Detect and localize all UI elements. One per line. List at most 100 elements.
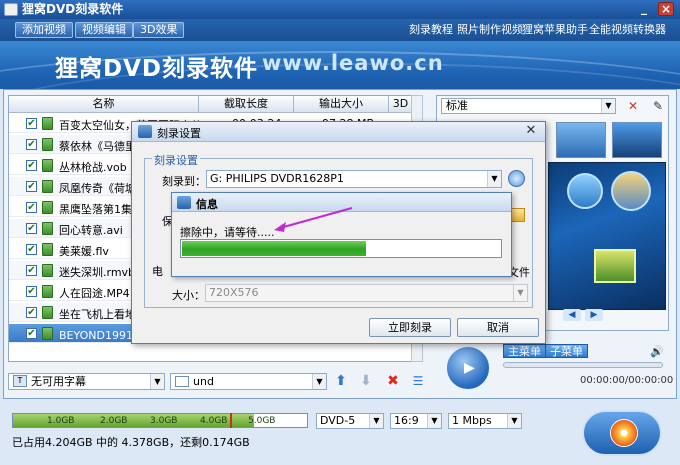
close-icon[interactable]: ✕ xyxy=(523,124,539,138)
clear-list-icon[interactable]: ☰ xyxy=(410,373,426,389)
row-checkbox[interactable]: ✔ xyxy=(26,223,37,234)
video-file-icon xyxy=(42,327,53,340)
add-video-button[interactable]: 添加视频 xyxy=(15,22,73,38)
preview-thumbnail xyxy=(567,173,603,209)
subtitle-select-value: 无可用字幕 xyxy=(31,375,86,388)
row-checkbox[interactable]: ✔ xyxy=(26,265,37,276)
template-thumb[interactable] xyxy=(612,122,662,158)
tab-main-menu[interactable]: 主菜单 xyxy=(503,344,546,358)
edit-template-icon[interactable]: ✎ xyxy=(650,98,666,114)
window-title: 狸窝DVD刻录软件 xyxy=(22,2,124,16)
play-icon: ▶ xyxy=(464,360,475,376)
burn-to-label: 刻录到： xyxy=(162,175,206,188)
column-header-duration[interactable]: 截取长度 xyxy=(199,96,294,113)
file-name: 美莱媛.flv xyxy=(59,245,109,258)
pointer-arrow-icon xyxy=(274,207,353,232)
burn-to-select[interactable]: G: PHILIPS DVDR1628P1 ▼ xyxy=(206,170,502,188)
title-bar: 狸窝DVD刻录软件 _ × xyxy=(0,0,680,19)
size-select[interactable]: 720X576 ▼ xyxy=(205,284,528,302)
row-checkbox[interactable]: ✔ xyxy=(26,328,37,339)
chevron-down-icon: ▼ xyxy=(369,414,383,428)
aspect-ratio-select[interactable]: 16:9 ▼ xyxy=(390,413,442,429)
subtitle-select[interactable]: T 无可用字幕 ▼ xyxy=(8,373,165,390)
minimize-button[interactable]: _ xyxy=(636,2,652,16)
photo-video-link[interactable]: 照片制作视频 xyxy=(457,23,523,37)
tv-label: 电 xyxy=(152,265,163,278)
preview-prev-icon[interactable]: ◀ xyxy=(563,309,581,321)
remove-template-icon[interactable]: ✕ xyxy=(625,98,641,114)
chevron-down-icon: ▼ xyxy=(601,99,615,113)
dialog-icon xyxy=(138,125,152,138)
audio-track-select[interactable]: und ▼ xyxy=(170,373,327,390)
template-thumb[interactable] xyxy=(556,122,606,158)
file-name: 丛林枪战.vob xyxy=(59,161,127,174)
row-checkbox[interactable]: ✔ xyxy=(26,139,37,150)
move-up-icon[interactable]: ⬆ xyxy=(333,373,349,389)
group-label: 刻录设置 xyxy=(152,152,200,168)
player-control[interactable]: ▶ xyxy=(445,345,491,391)
row-checkbox[interactable]: ✔ xyxy=(26,118,37,129)
column-header-size[interactable]: 输出大小 xyxy=(294,96,389,113)
column-header-name[interactable]: 名称 xyxy=(9,96,199,113)
burn-tutorial-link[interactable]: 刻录教程 xyxy=(409,23,453,37)
capacity-tick: 5.0GB xyxy=(248,416,276,426)
bottom-strip xyxy=(0,401,680,465)
cancel-button[interactable]: 取消 xyxy=(457,318,539,337)
aspect-ratio-value: 16:9 xyxy=(394,414,419,427)
video-file-icon xyxy=(42,159,53,172)
preview-thumbnail xyxy=(594,249,636,283)
template-style-value: 标准 xyxy=(446,99,468,112)
menu-preview: ◀ ▶ xyxy=(548,162,666,321)
burn-to-value: G: PHILIPS DVDR1628P1 xyxy=(210,172,344,185)
burn-button[interactable] xyxy=(582,410,662,456)
video-file-icon xyxy=(42,264,53,277)
capacity-tick: 4.0GB xyxy=(200,416,228,426)
burn-now-button[interactable]: 立即刻录 xyxy=(369,318,451,337)
banner: 狸窝DVD刻录软件 www.leawo.cn xyxy=(0,41,680,89)
volume-icon[interactable]: 🔊 xyxy=(650,345,664,358)
info-title: 信息 xyxy=(196,198,218,211)
file-name: 迷失深圳.rmvb xyxy=(59,266,136,279)
video-edit-button[interactable]: 视频编辑 xyxy=(75,22,133,38)
video-file-icon xyxy=(42,201,53,214)
chevron-down-icon: ▼ xyxy=(427,414,441,428)
delete-icon[interactable]: ✖ xyxy=(385,373,401,389)
audio-track-value: und xyxy=(193,375,214,388)
capacity-info: 已占用4.204GB 中的 4.378GB，还剩0.174GB xyxy=(12,436,250,449)
row-checkbox[interactable]: ✔ xyxy=(26,160,37,171)
video-file-icon xyxy=(42,180,53,193)
subtitle-icon: T xyxy=(13,375,27,387)
video-file-icon xyxy=(42,306,53,319)
video-file-icon xyxy=(42,285,53,298)
chevron-down-icon: ▼ xyxy=(513,285,527,301)
file-name: 人在囧途.MP4 xyxy=(59,287,130,300)
move-down-icon[interactable]: ⬇ xyxy=(358,373,374,389)
banner-title: 狸窝DVD刻录软件 xyxy=(55,56,258,82)
info-icon xyxy=(177,196,191,209)
size-value: 720X576 xyxy=(209,286,259,299)
preview-next-icon[interactable]: ▶ xyxy=(585,309,603,321)
3d-effect-button[interactable]: 3D效果 xyxy=(133,22,185,38)
close-button[interactable]: × xyxy=(658,2,674,16)
column-header-3d[interactable]: 3D xyxy=(389,96,411,113)
capacity-tick: 1.0GB xyxy=(47,416,75,426)
capacity-tick: 2.0GB xyxy=(100,416,128,426)
refresh-icon[interactable] xyxy=(508,170,525,187)
row-checkbox[interactable]: ✔ xyxy=(26,181,37,192)
disc-type-select[interactable]: DVD-5 ▼ xyxy=(316,413,384,429)
seek-slider[interactable] xyxy=(503,362,663,368)
template-style-select[interactable]: 标准 ▼ xyxy=(441,98,616,114)
bitrate-value: 1 Mbps xyxy=(452,414,492,427)
row-checkbox[interactable]: ✔ xyxy=(26,202,37,213)
tab-sub-menu[interactable]: 子菜单 xyxy=(545,344,588,358)
apple-helper-link[interactable]: 狸窝苹果助手 xyxy=(522,23,588,37)
row-checkbox[interactable]: ✔ xyxy=(26,307,37,318)
chevron-down-icon: ▼ xyxy=(487,171,501,187)
video-file-icon xyxy=(42,222,53,235)
bitrate-select[interactable]: 1 Mbps ▼ xyxy=(448,413,522,429)
capacity-tick: 3.0GB xyxy=(150,416,178,426)
row-checkbox[interactable]: ✔ xyxy=(26,286,37,297)
chevron-down-icon: ▼ xyxy=(150,374,164,389)
video-converter-link[interactable]: 全能视频转换器 xyxy=(589,23,666,37)
row-checkbox[interactable]: ✔ xyxy=(26,244,37,255)
